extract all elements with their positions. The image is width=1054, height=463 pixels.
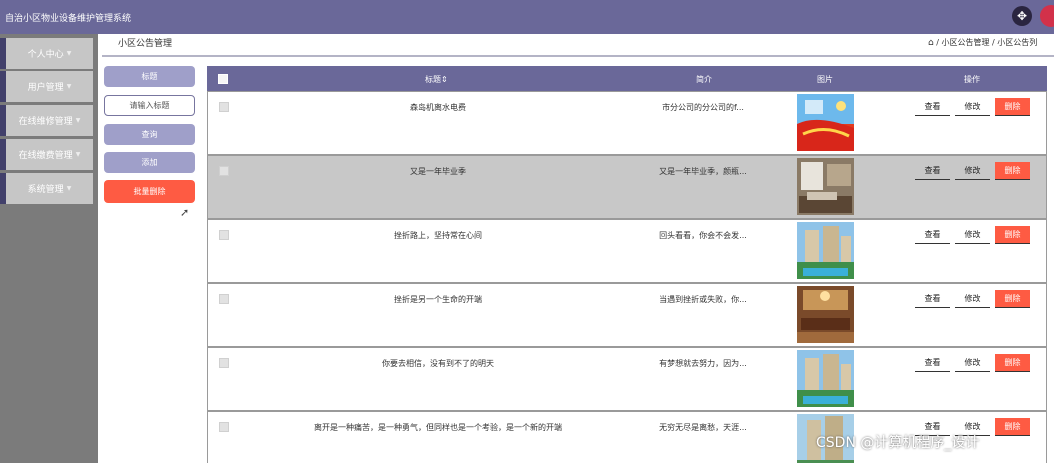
- chevron-down-icon: ▼: [66, 185, 72, 192]
- sort-icon: ⇕: [441, 75, 448, 84]
- column-header-brief: 简介: [696, 75, 712, 84]
- app-title: 自治小区物业设备维护管理系统: [5, 14, 132, 24]
- row-brief: 当遇到挫折或失败，你...: [659, 295, 747, 304]
- view-button[interactable]: 查看: [915, 162, 950, 180]
- chevron-down-icon: ▼: [66, 50, 72, 57]
- watermark: CSDN @计算机程序_设计: [816, 435, 980, 451]
- row-image-apartment-pool: [797, 222, 854, 279]
- add-button[interactable]: 添加: [104, 152, 195, 173]
- sidebar: 个人中心 ▼ 用户管理 ▼ 在线维修管理 ▼ 在线缴费管理 ▼ 系统管理 ▼: [0, 34, 98, 463]
- table-row[interactable]: 你要去相信，没有到不了的明天 有梦想就去努力，因为... 查看 修改 删除: [207, 347, 1047, 411]
- sidebar-item-label: 在线缴费管理: [18, 151, 73, 161]
- row-title: 森岛机离水电费: [410, 103, 466, 112]
- row-image-interior: [797, 158, 854, 215]
- sidebar-item-user-management[interactable]: 用户管理 ▼: [0, 71, 93, 102]
- row-checkbox[interactable]: [219, 102, 229, 112]
- chevron-down-icon: ▼: [66, 83, 72, 90]
- edit-button[interactable]: 修改: [955, 98, 990, 116]
- sidebar-item-online-payment[interactable]: 在线缴费管理 ▼: [0, 139, 93, 170]
- delete-button[interactable]: 删除: [995, 226, 1030, 244]
- row-image-living-room: [797, 286, 854, 343]
- delete-button[interactable]: 删除: [995, 418, 1030, 436]
- row-checkbox[interactable]: [219, 422, 229, 432]
- divider: [102, 55, 1054, 57]
- view-button[interactable]: 查看: [915, 290, 950, 308]
- row-brief: 无穷无尽是离愁，天涯...: [659, 423, 747, 432]
- sidebar-item-label: 个人中心: [27, 50, 64, 60]
- mouse-cursor-icon: ➚: [180, 206, 190, 219]
- batch-delete-button[interactable]: 批量删除: [104, 180, 195, 203]
- sidebar-item-personal-center[interactable]: 个人中心 ▼: [0, 38, 93, 69]
- delete-button[interactable]: 删除: [995, 290, 1030, 308]
- row-brief: 市分公司的分公司的f...: [662, 103, 744, 112]
- row-brief: 又是一年毕业季，颜瓶...: [659, 167, 747, 176]
- edit-button[interactable]: 修改: [955, 162, 990, 180]
- row-title: 又是一年毕业季: [410, 167, 466, 176]
- row-checkbox[interactable]: [219, 358, 229, 368]
- page-title: 小区公告管理: [118, 39, 173, 49]
- search-input[interactable]: 请输入标题: [104, 95, 195, 116]
- view-button[interactable]: 查看: [915, 354, 950, 372]
- row-title: 你要去相信，没有到不了的明天: [382, 359, 494, 368]
- table-row[interactable]: 挫折路上，坚持常在心间 回头看看，你会不会发... 查看 修改 删除: [207, 219, 1047, 283]
- search-button[interactable]: 查询: [104, 124, 195, 145]
- avatar[interactable]: [1040, 5, 1054, 27]
- edit-button[interactable]: 修改: [955, 290, 990, 308]
- row-title: 离开是一种痛苦，是一种勇气，但同样也是一个考验，是一个新的开端: [314, 423, 562, 432]
- sidebar-item-label: 用户管理: [27, 83, 64, 93]
- chevron-down-icon: ▼: [75, 117, 81, 124]
- table-row[interactable]: 挫折是另一个生命的开端 当遇到挫折或失败，你... 查看 修改 删除: [207, 283, 1047, 347]
- row-checkbox[interactable]: [219, 230, 229, 240]
- row-title: 挫折是另一个生命的开端: [394, 295, 482, 304]
- table-row[interactable]: 又是一年毕业季 又是一年毕业季，颜瓶... 查看 修改 删除: [207, 155, 1047, 219]
- home-icon[interactable]: ⌂: [928, 38, 934, 48]
- delete-button[interactable]: 删除: [995, 354, 1030, 372]
- row-checkbox[interactable]: [219, 166, 229, 176]
- breadcrumb-path: / 小区公告管理 / 小区公告列: [936, 38, 1038, 47]
- row-image-festive: [797, 94, 854, 151]
- row-brief: 回头看看，你会不会发...: [659, 231, 747, 240]
- sidebar-item-label: 系统管理: [27, 185, 64, 195]
- column-header-actions: 操作: [964, 75, 980, 84]
- delete-button[interactable]: 删除: [995, 162, 1030, 180]
- sidebar-item-online-repair[interactable]: 在线维修管理 ▼: [0, 105, 93, 136]
- sidebar-item-label: 在线维修管理: [18, 117, 73, 127]
- edit-button[interactable]: 修改: [955, 354, 990, 372]
- row-brief: 有梦想就去努力，因为...: [659, 359, 747, 368]
- row-image-apartment-pool: [797, 350, 854, 407]
- column-header-image: 图片: [817, 75, 833, 84]
- view-button[interactable]: 查看: [915, 98, 950, 116]
- column-header-title[interactable]: 标题⇕: [425, 74, 448, 85]
- delete-button[interactable]: 删除: [995, 98, 1030, 116]
- row-title: 挫折路上，坚持常在心间: [394, 231, 482, 240]
- view-button[interactable]: 查看: [915, 226, 950, 244]
- fullscreen-icon[interactable]: ✥: [1012, 6, 1032, 26]
- table-row[interactable]: 森岛机离水电费 市分公司的分公司的f... 查看 修改 删除: [207, 91, 1047, 155]
- title-filter-label: 标题: [104, 66, 195, 87]
- top-bar: 自治小区物业设备维护管理系统 ✥: [0, 0, 1054, 34]
- breadcrumb: ⌂ / 小区公告管理 / 小区公告列: [928, 37, 1037, 48]
- row-checkbox[interactable]: [219, 294, 229, 304]
- announcement-table: 标题⇕ 简介 图片 操作 森岛机离水电费 市分公司的分公司的f... 查看 修改…: [207, 66, 1047, 463]
- table-header: 标题⇕ 简介 图片 操作: [207, 66, 1047, 91]
- chevron-down-icon: ▼: [75, 151, 81, 158]
- select-all-checkbox[interactable]: [218, 74, 228, 84]
- edit-button[interactable]: 修改: [955, 226, 990, 244]
- sidebar-item-system[interactable]: 系统管理 ▼: [0, 173, 93, 204]
